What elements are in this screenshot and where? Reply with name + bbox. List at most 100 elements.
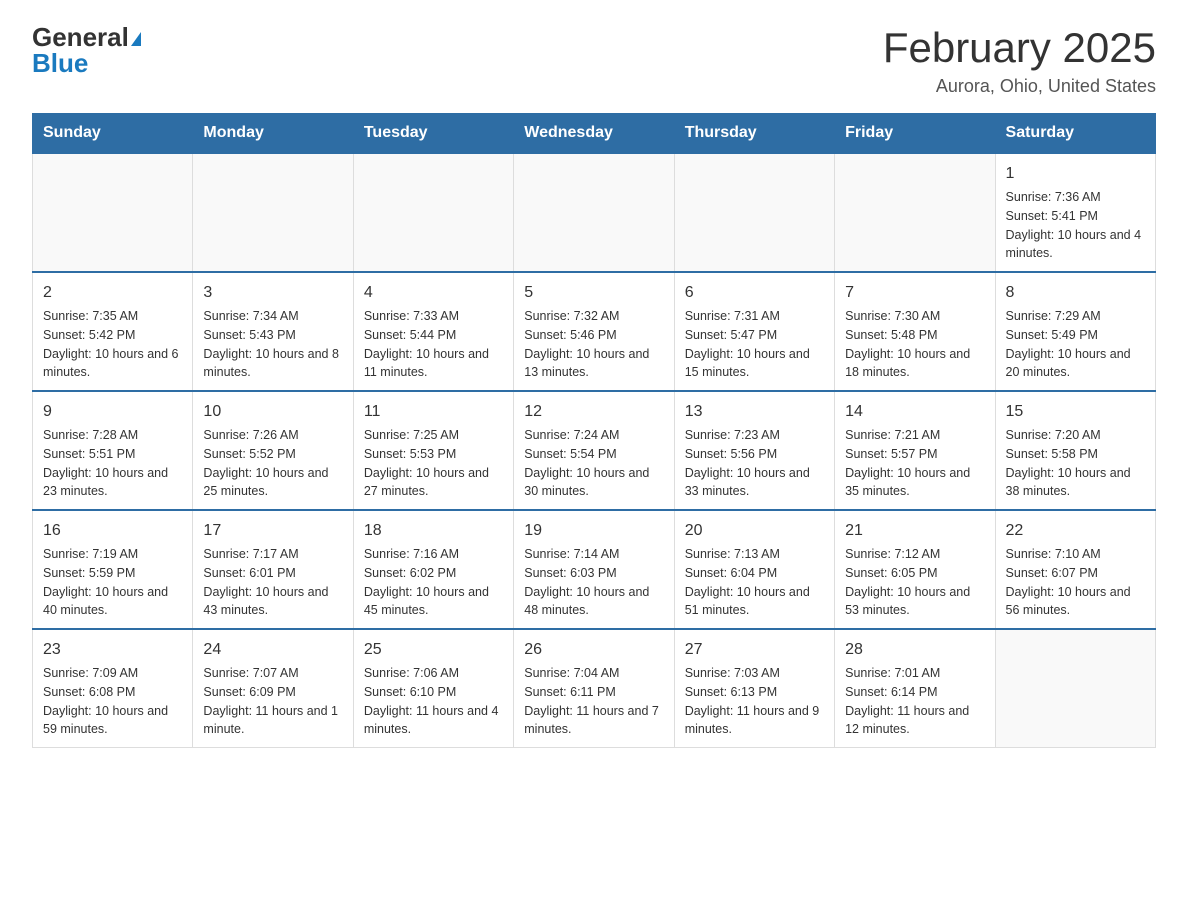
day-info-text: Daylight: 10 hours and 35 minutes. — [845, 464, 984, 502]
day-info-text: Sunset: 6:09 PM — [203, 683, 342, 702]
calendar-day-7: 7Sunrise: 7:30 AMSunset: 5:48 PMDaylight… — [835, 272, 995, 391]
day-number: 4 — [364, 281, 503, 305]
calendar-day-19: 19 Sunrise: 7:14 AMSunset: 6:03 PMDayligh… — [514, 510, 674, 629]
calendar-day-18: 18Sunrise: 7:16 AMSunset: 6:02 PMDayligh… — [353, 510, 513, 629]
day-info-text: Sunset: 5:57 PM — [845, 445, 984, 464]
calendar-week-row: 1Sunrise: 7:36 AMSunset: 5:41 PMDaylight… — [33, 153, 1156, 272]
day-number: 9 — [43, 400, 182, 424]
day-info-text: Daylight: 10 hours and 4 minutes. — [1006, 226, 1145, 264]
day-info-text: Sunset: 5:59 PM — [43, 564, 182, 583]
day-info-text: Sunset: 5:52 PM — [203, 445, 342, 464]
logo-triangle-icon — [131, 32, 141, 46]
calendar-week-row: 9Sunrise: 7:28 AMSunset: 5:51 PMDaylight… — [33, 391, 1156, 510]
day-number: 7 — [845, 281, 984, 305]
logo-blue-text: Blue — [32, 50, 141, 76]
day-info-text: Sunset: 5:44 PM — [364, 326, 503, 345]
day-number: 14 — [845, 400, 984, 424]
weekday-header-saturday: Saturday — [995, 114, 1155, 154]
day-info-text: Sunset: 5:51 PM — [43, 445, 182, 464]
location-text: Aurora, Ohio, United States — [883, 76, 1156, 97]
weekday-header-thursday: Thursday — [674, 114, 834, 154]
day-info-text: Sunrise: 7:33 AM — [364, 307, 503, 326]
day-info-text: Daylight: 11 hours and 1 minute. — [203, 702, 342, 740]
calendar-day-26: 26Sunrise: 7:04 AMSunset: 6:11 PMDayligh… — [514, 629, 674, 748]
day-info-text: Daylight: 10 hours and 40 minutes. — [43, 583, 182, 621]
title-section: February 2025 Aurora, Ohio, United State… — [883, 24, 1156, 97]
day-info-text: Daylight: 10 hours and 45 minutes. — [364, 583, 503, 621]
day-info-text: Sunset: 6:10 PM — [364, 683, 503, 702]
calendar-day-9: 9 Sunrise: 7:28 AMSunset: 5:51 PMDaylight… — [33, 391, 193, 510]
day-info-text: Daylight: 10 hours and 23 minutes. — [43, 464, 182, 502]
day-info-text: Sunset: 6:08 PM — [43, 683, 182, 702]
calendar-empty-cell — [995, 629, 1155, 748]
day-number: 27 — [685, 638, 824, 662]
day-info-text: Daylight: 10 hours and 33 minutes. — [685, 464, 824, 502]
day-number: 21 — [845, 519, 984, 543]
calendar-day-8: 8Sunrise: 7:29 AMSunset: 5:49 PMDaylight… — [995, 272, 1155, 391]
day-info-text: Sunrise: 7:04 AM — [524, 664, 663, 683]
day-info-text: Sunset: 5:47 PM — [685, 326, 824, 345]
day-info-text: Sunrise: 7:14 AM — [524, 545, 663, 564]
day-info-text: Sunrise: 7:10 AM — [1006, 545, 1145, 564]
day-info-text: Sunset: 5:56 PM — [685, 445, 824, 464]
day-info-text: Daylight: 10 hours and 53 minutes. — [845, 583, 984, 621]
day-info-text: Sunset: 6:04 PM — [685, 564, 824, 583]
calendar-empty-cell — [514, 153, 674, 272]
calendar-empty-cell — [193, 153, 353, 272]
day-info-text: Sunrise: 7:25 AM — [364, 426, 503, 445]
day-info-text: Daylight: 11 hours and 12 minutes. — [845, 702, 984, 740]
day-info-text: Daylight: 10 hours and 56 minutes. — [1006, 583, 1145, 621]
calendar-day-28: 28Sunrise: 7:01 AMSunset: 6:14 PMDayligh… — [835, 629, 995, 748]
day-info-text: Daylight: 10 hours and 11 minutes. — [364, 345, 503, 383]
day-info-text: Sunrise: 7:19 AM — [43, 545, 182, 564]
day-info-text: Daylight: 10 hours and 25 minutes. — [203, 464, 342, 502]
day-info-text: Daylight: 11 hours and 4 minutes. — [364, 702, 503, 740]
weekday-header-sunday: Sunday — [33, 114, 193, 154]
day-number: 12 — [524, 400, 663, 424]
day-info-text: Sunrise: 7:36 AM — [1006, 188, 1145, 207]
month-title: February 2025 — [883, 24, 1156, 72]
day-info-text: Daylight: 10 hours and 13 minutes. — [524, 345, 663, 383]
day-number: 17 — [203, 519, 342, 543]
calendar-day-10: 10Sunrise: 7:26 AMSunset: 5:52 PMDayligh… — [193, 391, 353, 510]
day-info-text: Sunrise: 7:28 AM — [43, 426, 182, 445]
day-info-text: Sunrise: 7:17 AM — [203, 545, 342, 564]
day-info-text: Sunrise: 7:01 AM — [845, 664, 984, 683]
day-info-text: Sunset: 5:54 PM — [524, 445, 663, 464]
day-info-text: Daylight: 10 hours and 8 minutes. — [203, 345, 342, 383]
calendar-day-27: 27Sunrise: 7:03 AMSunset: 6:13 PMDayligh… — [674, 629, 834, 748]
day-info-text: Sunset: 6:11 PM — [524, 683, 663, 702]
day-info-text: Sunrise: 7:26 AM — [203, 426, 342, 445]
day-info-text: Sunrise: 7:07 AM — [203, 664, 342, 683]
day-number: 1 — [1006, 162, 1145, 186]
day-number: 23 — [43, 638, 182, 662]
calendar-day-22: 22Sunrise: 7:10 AMSunset: 6:07 PMDayligh… — [995, 510, 1155, 629]
calendar-day-21: 21Sunrise: 7:12 AMSunset: 6:05 PMDayligh… — [835, 510, 995, 629]
day-info-text: Sunset: 5:46 PM — [524, 326, 663, 345]
day-number: 5 — [524, 281, 663, 305]
calendar-day-12: 12Sunrise: 7:24 AMSunset: 5:54 PMDayligh… — [514, 391, 674, 510]
day-info-text: Sunrise: 7:03 AM — [685, 664, 824, 683]
day-info-text: Daylight: 10 hours and 20 minutes. — [1006, 345, 1145, 383]
calendar-day-6: 6Sunrise: 7:31 AMSunset: 5:47 PMDaylight… — [674, 272, 834, 391]
day-info-text: Daylight: 10 hours and 48 minutes. — [524, 583, 663, 621]
calendar-day-3: 3Sunrise: 7:34 AMSunset: 5:43 PMDaylight… — [193, 272, 353, 391]
calendar-day-13: 13Sunrise: 7:23 AMSunset: 5:56 PMDayligh… — [674, 391, 834, 510]
calendar-day-5: 5Sunrise: 7:32 AMSunset: 5:46 PMDaylight… — [514, 272, 674, 391]
day-info-text: Daylight: 10 hours and 6 minutes. — [43, 345, 182, 383]
day-info-text: Daylight: 10 hours and 27 minutes. — [364, 464, 503, 502]
day-number: 3 — [203, 281, 342, 305]
calendar-table: SundayMondayTuesdayWednesdayThursdayFrid… — [32, 113, 1156, 748]
day-number: 15 — [1006, 400, 1145, 424]
day-number: 19 — [524, 519, 663, 543]
day-info-text: Daylight: 10 hours and 15 minutes. — [685, 345, 824, 383]
day-number: 8 — [1006, 281, 1145, 305]
day-info-text: Sunrise: 7:16 AM — [364, 545, 503, 564]
day-info-text: Daylight: 11 hours and 9 minutes. — [685, 702, 824, 740]
day-info-text: Sunset: 5:53 PM — [364, 445, 503, 464]
day-number: 26 — [524, 638, 663, 662]
day-info-text: Sunset: 6:02 PM — [364, 564, 503, 583]
calendar-day-24: 24Sunrise: 7:07 AMSunset: 6:09 PMDayligh… — [193, 629, 353, 748]
day-info-text: Sunset: 6:03 PM — [524, 564, 663, 583]
calendar-week-row: 16Sunrise: 7:19 AMSunset: 5:59 PMDayligh… — [33, 510, 1156, 629]
